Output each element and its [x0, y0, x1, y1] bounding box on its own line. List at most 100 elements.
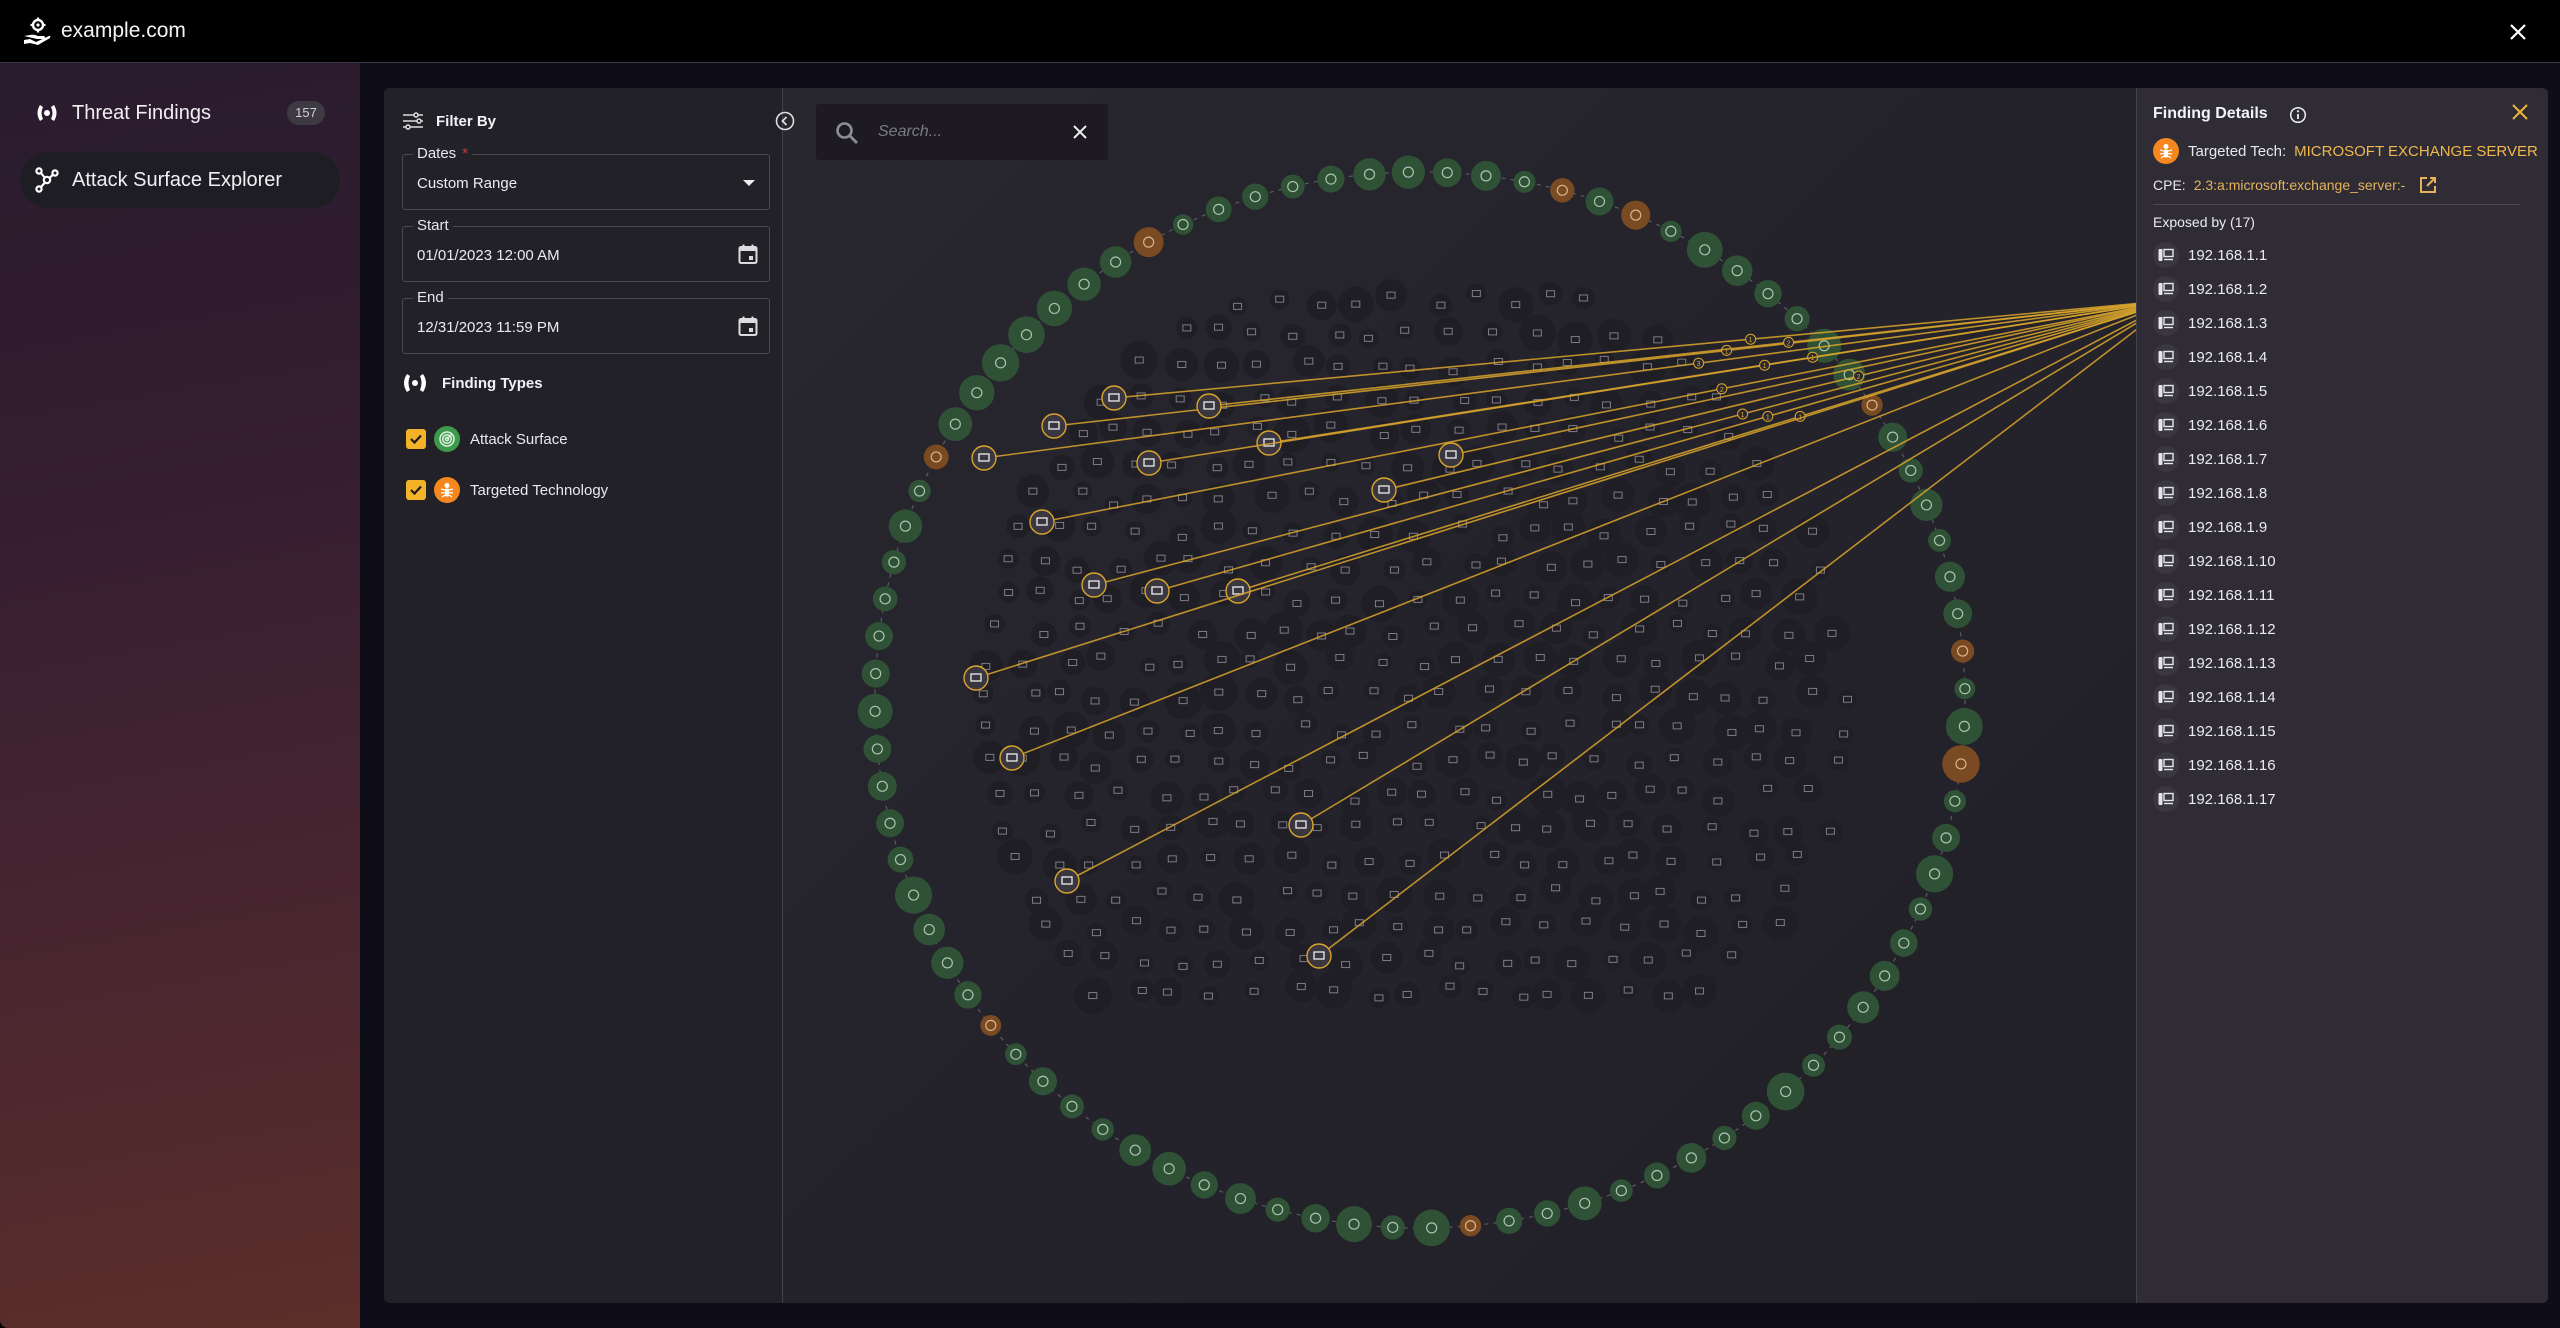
host-node[interactable] — [1650, 554, 1671, 575]
host-node[interactable] — [1203, 950, 1232, 979]
host-node[interactable] — [1152, 977, 1182, 1007]
host-node[interactable] — [1652, 980, 1685, 1012]
host-node[interactable] — [1708, 681, 1742, 715]
host-node[interactable] — [1690, 889, 1713, 911]
attack-surface-node[interactable] — [1754, 279, 1782, 308]
host-node[interactable] — [1242, 350, 1271, 378]
host-node[interactable] — [1339, 883, 1366, 909]
host-node[interactable] — [1337, 286, 1374, 323]
end-date-value[interactable]: 12/31/2023 11:59 PM — [417, 319, 559, 336]
host-node[interactable] — [1023, 782, 1046, 804]
host-node[interactable] — [1358, 328, 1379, 349]
host-node[interactable] — [1228, 297, 1247, 316]
host-node[interactable] — [1203, 347, 1240, 384]
host-node[interactable] — [1658, 707, 1696, 745]
host-node[interactable] — [1130, 978, 1155, 1003]
attack-surface-node[interactable] — [1391, 155, 1425, 189]
host-node[interactable] — [1433, 316, 1463, 346]
host-node[interactable] — [1523, 640, 1557, 675]
host-node[interactable] — [1742, 711, 1777, 746]
host-list-item[interactable]: 192.168.1.4 — [2153, 340, 2276, 374]
host-node[interactable] — [1174, 420, 1202, 449]
attack-surface-node[interactable] — [1934, 561, 1965, 592]
host-node[interactable] — [1167, 654, 1189, 675]
host-node[interactable] — [1030, 545, 1061, 576]
host-node[interactable] — [1273, 837, 1310, 874]
end-date-field[interactable]: End 12/31/2023 11:59 PM — [402, 289, 770, 354]
host-node[interactable] — [975, 714, 996, 736]
attack-surface-node[interactable] — [954, 981, 982, 1009]
host-node[interactable] — [1176, 317, 1198, 339]
host-node[interactable] — [1724, 886, 1747, 910]
host-node[interactable] — [1451, 777, 1479, 806]
host-node[interactable] — [1323, 523, 1349, 549]
host-node[interactable] — [1374, 279, 1408, 312]
host-node[interactable] — [1644, 875, 1677, 908]
host-node[interactable] — [1596, 780, 1627, 811]
attack-surface-checkbox[interactable] — [406, 429, 426, 449]
attack-surface-node[interactable] — [1660, 220, 1682, 242]
exposed-host-node[interactable] — [1054, 868, 1080, 894]
host-node[interactable] — [1629, 348, 1666, 385]
host-node[interactable] — [1785, 842, 1810, 867]
host-node[interactable] — [1664, 747, 1685, 768]
exposed-host-node[interactable] — [1144, 578, 1170, 604]
attack-surface-node[interactable] — [888, 509, 923, 543]
network-graph[interactable]: 31121121112 — [784, 88, 2136, 1303]
attack-surface-node[interactable] — [1908, 897, 1933, 921]
host-node[interactable] — [1245, 677, 1278, 710]
attack-surface-node[interactable] — [1513, 170, 1536, 193]
host-node[interactable] — [1158, 917, 1184, 943]
attack-surface-node[interactable] — [1028, 1067, 1058, 1096]
host-node[interactable] — [1614, 810, 1642, 837]
attack-surface-node[interactable] — [1567, 1186, 1602, 1221]
host-node[interactable] — [1333, 614, 1367, 648]
attack-surface-node[interactable] — [1119, 1134, 1152, 1167]
host-node[interactable] — [1794, 774, 1823, 803]
host-node[interactable] — [1285, 970, 1318, 1003]
window-close-icon[interactable] — [2506, 20, 2530, 44]
host-node[interactable] — [1792, 641, 1828, 676]
search-input[interactable] — [878, 117, 1058, 147]
host-node[interactable] — [1485, 583, 1506, 604]
host-node[interactable] — [1655, 456, 1686, 487]
host-node[interactable] — [1244, 981, 1264, 1001]
host-node[interactable] — [1702, 623, 1723, 644]
host-node[interactable] — [1081, 516, 1102, 537]
host-node[interactable] — [1796, 675, 1829, 708]
host-node[interactable] — [1273, 650, 1308, 685]
host-node[interactable] — [1739, 818, 1769, 848]
attack-surface-node[interactable] — [1413, 1209, 1450, 1247]
host-node[interactable] — [997, 838, 1033, 875]
host-node[interactable] — [1165, 347, 1199, 381]
host-list-item[interactable]: 192.168.1.1 — [2153, 238, 2276, 272]
attack-surface-node[interactable] — [1470, 160, 1502, 191]
host-node[interactable] — [992, 820, 1013, 842]
host-node[interactable] — [1532, 979, 1563, 1010]
host-node[interactable] — [1538, 281, 1563, 306]
exposed-host-node[interactable] — [1029, 509, 1055, 535]
host-node[interactable] — [1724, 645, 1747, 667]
host-node[interactable] — [1277, 880, 1298, 901]
host-node[interactable] — [1068, 614, 1092, 638]
host-node[interactable] — [1398, 356, 1422, 380]
host-list-item[interactable]: 192.168.1.14 — [2153, 680, 2276, 714]
attack-surface-node[interactable] — [1943, 599, 1973, 629]
attack-surface-node[interactable] — [981, 344, 1020, 382]
host-node[interactable] — [997, 548, 1019, 569]
attack-surface-node[interactable] — [1059, 1094, 1085, 1119]
host-node[interactable] — [1269, 289, 1290, 310]
host-node[interactable] — [1172, 487, 1193, 508]
targeted-technology-node[interactable] — [1133, 227, 1164, 258]
host-node[interactable] — [1739, 446, 1775, 481]
host-node[interactable] — [1508, 885, 1533, 910]
host-node[interactable] — [1330, 723, 1353, 746]
close-details-icon[interactable] — [2511, 103, 2529, 121]
host-node[interactable] — [1482, 841, 1508, 867]
host-list-item[interactable]: 192.168.1.15 — [2153, 714, 2276, 748]
host-node[interactable] — [1750, 515, 1777, 542]
attack-surface-node[interactable] — [872, 586, 898, 612]
host-node[interactable] — [1827, 749, 1850, 771]
host-node[interactable] — [1121, 905, 1152, 936]
host-node[interactable] — [987, 780, 1013, 807]
